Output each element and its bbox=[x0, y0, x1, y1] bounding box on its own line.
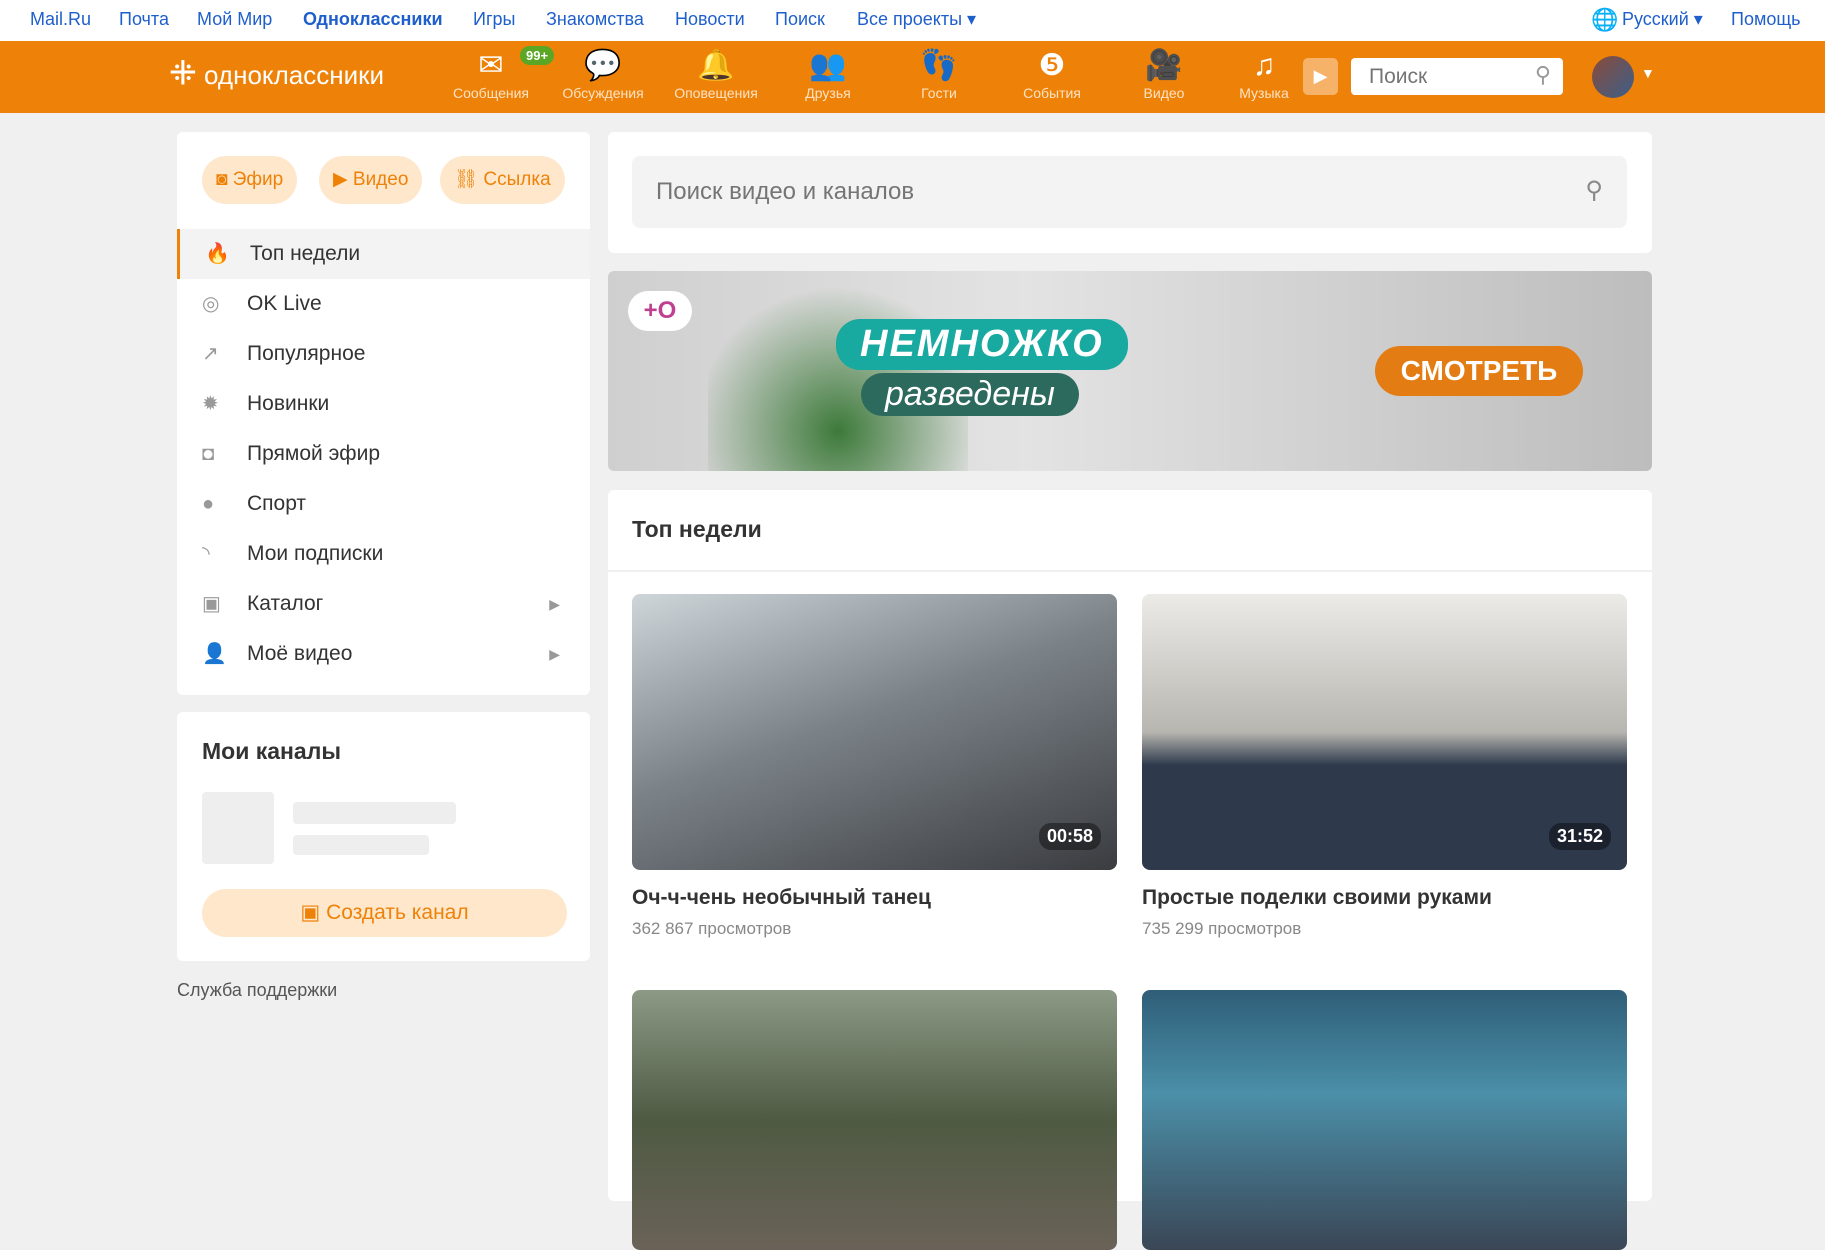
channels-title: Мои каналы bbox=[202, 738, 341, 764]
globe-icon: 🌐 bbox=[1591, 7, 1619, 32]
video-views: 735 299 просмотров bbox=[1142, 919, 1302, 938]
events-icon: ❺ bbox=[1038, 49, 1066, 82]
video-duration: 00:58 bbox=[1038, 823, 1101, 850]
nav-events[interactable]: ❺ События bbox=[997, 49, 1107, 101]
sidebar-item-new[interactable]: ✹ Новинки bbox=[177, 379, 590, 429]
video-thumbnail[interactable]: 00:58 bbox=[632, 594, 1117, 870]
my-channels-panel: Мои каналы ▣ Создать канал bbox=[177, 712, 590, 961]
banner-watch-button[interactable]: СМОТРЕТЬ bbox=[1375, 346, 1583, 396]
chevron-right-icon: ▶ bbox=[549, 646, 560, 662]
camera-icon: ◘ bbox=[202, 443, 215, 465]
link-igry[interactable]: Игры bbox=[473, 9, 515, 30]
video-thumbnail[interactable] bbox=[632, 990, 1117, 1250]
channel-placeholder-avatar bbox=[202, 792, 274, 864]
bell-icon: 🔔 bbox=[697, 49, 735, 82]
divider bbox=[608, 570, 1652, 572]
nav-friends[interactable]: 👥 Друзья bbox=[773, 49, 883, 101]
video-camera-icon: 🎥 bbox=[1145, 49, 1183, 82]
channel-logo: +O bbox=[628, 291, 692, 331]
nav-guests[interactable]: 👣 Гости bbox=[884, 49, 994, 101]
leaves-decoration bbox=[708, 271, 968, 471]
chat-icon: 💬 bbox=[584, 49, 622, 82]
avatar[interactable] bbox=[1592, 56, 1634, 98]
broadcast-icon: ◙ bbox=[216, 169, 233, 190]
link-help[interactable]: Помощь bbox=[1731, 9, 1801, 30]
video-search-panel: ⚲ bbox=[608, 132, 1652, 253]
link-pochta[interactable]: Почта bbox=[119, 9, 169, 30]
live-icon: ◎ bbox=[202, 293, 220, 315]
video-thumbnail[interactable] bbox=[1142, 990, 1627, 1250]
channel-placeholder-line bbox=[293, 802, 456, 824]
search-icon[interactable]: ⚲ bbox=[1535, 62, 1551, 88]
sport-icon: ● bbox=[202, 493, 215, 515]
video-action-button[interactable]: ▶ Видео bbox=[319, 156, 423, 204]
video-title[interactable]: Оч-ч-чень необычный танец bbox=[632, 886, 931, 910]
create-channel-button[interactable]: ▣ Создать канал bbox=[202, 889, 567, 937]
sidebar-item-ok-live[interactable]: ◎ OK Live bbox=[177, 279, 590, 329]
language-select[interactable]: Русский ▾ bbox=[1622, 9, 1703, 30]
ok-logo[interactable]: ꔰ одноклассники bbox=[169, 55, 384, 93]
rss-icon: ◝ bbox=[202, 543, 210, 565]
sidebar-item-sport[interactable]: ● Спорт bbox=[177, 479, 590, 529]
fire-icon: 🔥 bbox=[205, 243, 230, 265]
user-icon: 👤 bbox=[202, 643, 227, 665]
link-odnoklassniki[interactable]: Одноклассники bbox=[303, 9, 443, 30]
section-title: Топ недели bbox=[632, 516, 762, 542]
link-action-button[interactable]: ⛓ Ссылка bbox=[440, 156, 565, 204]
nav-video[interactable]: 🎥 Видео bbox=[1109, 49, 1219, 101]
header-search[interactable]: ⚲ bbox=[1351, 58, 1563, 95]
live-action-button[interactable]: ◙ Эфир bbox=[202, 156, 298, 204]
friends-icon: 👥 bbox=[809, 49, 847, 82]
top-week-panel: Топ недели 00:58 Оч-ч-чень необычный тан… bbox=[608, 490, 1652, 1250]
sidebar-item-catalog[interactable]: ▣ Каталог ▶ bbox=[177, 579, 590, 629]
search-icon[interactable]: ⚲ bbox=[1585, 176, 1603, 205]
link-novosti[interactable]: Новости bbox=[675, 9, 745, 30]
video-search-input[interactable] bbox=[632, 156, 1532, 228]
video-views: 362 867 просмотров bbox=[632, 919, 792, 938]
link-moy-mir[interactable]: Мой Мир bbox=[197, 9, 272, 30]
sidebar-item-live-stream[interactable]: ◘ Прямой эфир bbox=[177, 429, 590, 479]
sidebar-item-subscriptions[interactable]: ◝ Мои подписки bbox=[177, 529, 590, 579]
chevron-right-icon: ▶ bbox=[549, 596, 560, 612]
link-znakomstva[interactable]: Знакомства bbox=[546, 9, 644, 30]
footprints-icon: 👣 bbox=[920, 49, 958, 82]
nav-notifications[interactable]: 🔔 Оповещения bbox=[661, 49, 771, 101]
portal-topbar: Mail.Ru Почта Мой Мир Одноклассники Игры… bbox=[0, 0, 1825, 41]
ok-logo-icon: ꔰ bbox=[169, 55, 197, 91]
channel-placeholder-line bbox=[293, 835, 429, 855]
sidebar-item-top-week[interactable]: 🔥 Топ недели bbox=[177, 229, 590, 279]
sidebar-item-my-video[interactable]: 👤 Моё видео ▶ bbox=[177, 629, 590, 679]
sidebar-panel: ◙ Эфир ▶ Видео ⛓ Ссылка 🔥 Топ недели ◎ OK … bbox=[177, 132, 590, 695]
video-thumbnail[interactable]: 31:52 bbox=[1142, 594, 1627, 870]
nav-discussions[interactable]: 💬 Обсуждения bbox=[548, 49, 658, 101]
video-search[interactable]: ⚲ bbox=[632, 156, 1627, 228]
link-icon: ⛓ bbox=[454, 169, 484, 190]
banner-subtitle: разведены bbox=[861, 373, 1079, 416]
sidebar-item-popular[interactable]: ↗ Популярное bbox=[177, 329, 590, 379]
channel-icon: ▣ bbox=[300, 901, 327, 924]
trending-icon: ↗ bbox=[202, 343, 219, 365]
link-mailru[interactable]: Mail.Ru bbox=[30, 9, 91, 30]
header-search-input[interactable] bbox=[1351, 58, 1511, 95]
ok-header: ꔰ одноклассники ✉ Сообщения 99+ 💬 Обсужден… bbox=[0, 41, 1825, 113]
video-duration: 31:52 bbox=[1548, 823, 1611, 850]
catalog-icon: ▣ bbox=[202, 593, 221, 615]
video-add-icon: ▶ bbox=[333, 169, 353, 190]
link-poisk[interactable]: Поиск bbox=[775, 9, 825, 30]
chevron-down-icon[interactable]: ▼ bbox=[1641, 65, 1655, 81]
video-title[interactable]: Простые поделки своими руками bbox=[1142, 886, 1492, 910]
banner-title: НЕМНОЖКО bbox=[836, 319, 1128, 370]
support-link[interactable]: Служба поддержки bbox=[177, 980, 337, 1001]
promo-banner[interactable]: +O НЕМНОЖКО разведены СМОТРЕТЬ bbox=[608, 271, 1652, 471]
play-toggle-button[interactable]: ▶ bbox=[1303, 58, 1338, 95]
link-all-projects[interactable]: Все проекты ▾ bbox=[857, 9, 976, 30]
new-badge-icon: ✹ bbox=[202, 393, 219, 415]
